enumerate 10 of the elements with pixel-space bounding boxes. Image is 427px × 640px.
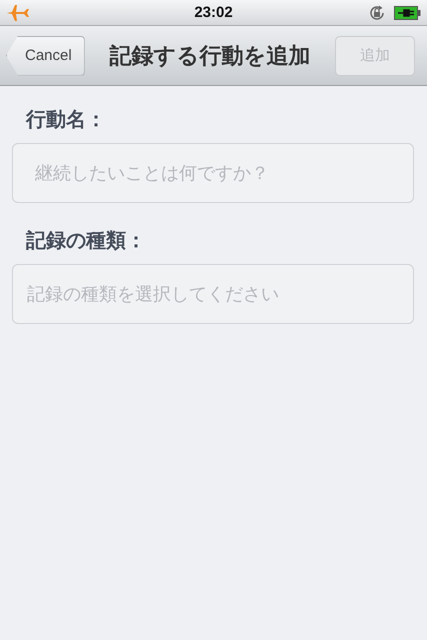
rotation-lock-icon xyxy=(368,4,386,22)
field-label: 記録の種類： xyxy=(26,227,146,254)
field-label: 行動名： xyxy=(26,106,106,133)
input-field[interactable]: 継続したいことは何ですか？ xyxy=(12,143,414,203)
status-time: 23:02 xyxy=(194,4,233,21)
airplane-icon xyxy=(6,4,30,22)
screen-title: 記録する行動を追加 xyxy=(108,42,312,70)
input-field[interactable]: 記録の種類を選択してください xyxy=(12,264,414,324)
cancel-button[interactable]: Cancel xyxy=(6,36,85,76)
battery-charging-icon xyxy=(394,6,421,20)
